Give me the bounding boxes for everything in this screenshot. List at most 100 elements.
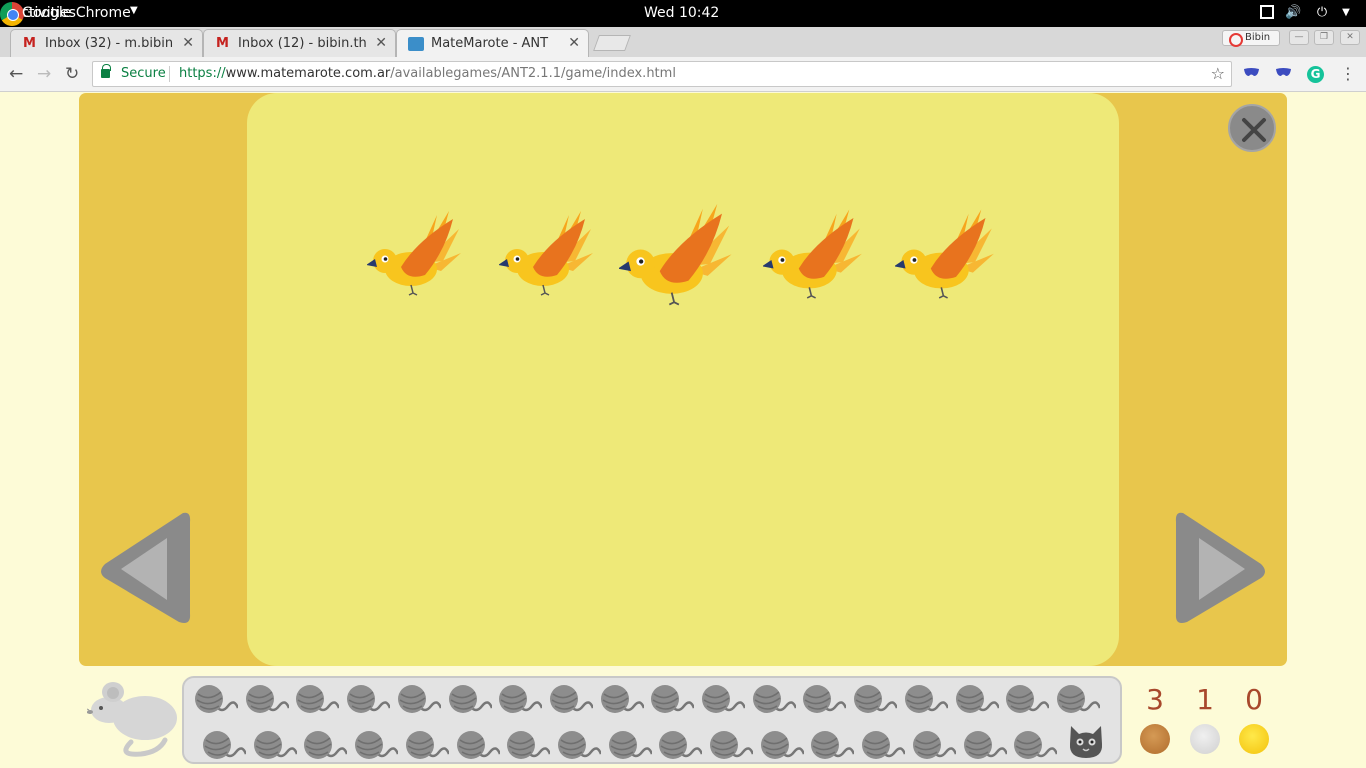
progress-tray: [182, 676, 1122, 764]
gold-medal-icon: [1239, 724, 1269, 754]
yarn-ball-icon: [303, 730, 349, 760]
app-menu[interactable]: Google Chrome ▼: [0, 0, 150, 27]
maximize-button[interactable]: ❐: [1314, 30, 1334, 45]
mask-extension-icon[interactable]: [1243, 66, 1260, 83]
chrome-icon: [0, 2, 24, 26]
minimize-button[interactable]: —: [1289, 30, 1309, 45]
yarn-ball-icon: [650, 684, 696, 714]
tab-close-icon[interactable]: ✕: [182, 35, 194, 51]
close-icon: [1242, 118, 1266, 142]
tab-label: MateMarote - ANT: [431, 36, 549, 51]
screen-icon[interactable]: [1259, 5, 1275, 21]
silver-count: 1: [1196, 683, 1214, 716]
right-arrow-icon: [1175, 512, 1265, 623]
yarn-ball-icon: [557, 730, 603, 760]
yarn-ball-icon: [1056, 684, 1102, 714]
yarn-ball-icon: [752, 684, 798, 714]
yarn-ball-icon: [802, 684, 848, 714]
address-bar[interactable]: Secure https://www.matemarote.com.ar/ava…: [92, 61, 1232, 87]
yarn-ball-icon: [346, 684, 392, 714]
yarn-ball-icon: [861, 730, 907, 760]
bird-icon: [617, 192, 734, 311]
previous-button[interactable]: [97, 508, 193, 632]
system-top-bar: Activities Google Chrome ▼ Wed 10:42 🔊 ⏻…: [0, 0, 1366, 27]
yarn-ball-icon: [709, 730, 755, 760]
yarn-ball-icon: [506, 730, 552, 760]
yarn-ball-icon: [295, 684, 341, 714]
reload-icon[interactable]: ↻: [65, 64, 79, 84]
yarn-ball-icon: [498, 684, 544, 714]
bird-icon: [498, 201, 595, 301]
close-window-button[interactable]: ✕: [1340, 30, 1360, 45]
tab-label: Inbox (32) - m.bibin: [45, 36, 173, 51]
yarn-ball-icon: [963, 730, 1009, 760]
system-menu-caret-icon[interactable]: ▼: [1338, 5, 1354, 21]
url-text[interactable]: https://www.matemarote.com.ar/availableg…: [179, 66, 676, 81]
left-arrow-icon: [101, 512, 191, 623]
game-board: [79, 93, 1287, 666]
yarn-ball-icon: [760, 730, 806, 760]
yarn-ball-icon: [608, 730, 654, 760]
tab-label: Inbox (12) - bibin.th: [238, 36, 366, 51]
divider: [169, 66, 170, 82]
tab-matemarote[interactable]: MateMarote - ANT ✕: [396, 29, 589, 57]
close-game-button[interactable]: [1228, 104, 1276, 152]
yarn-ball-icon: [405, 730, 451, 760]
yarn-ball-icon: [456, 730, 502, 760]
yarn-ball-icon: [853, 684, 899, 714]
yarn-ball-icon: [397, 684, 443, 714]
mask-extension-icon[interactable]: [1275, 66, 1292, 83]
yarn-ball-icon: [1013, 730, 1059, 760]
gmail-icon: M: [216, 36, 229, 51]
power-icon[interactable]: ⏻: [1314, 5, 1330, 21]
clock[interactable]: Wed 10:42: [644, 5, 719, 22]
bird-icon: [366, 201, 463, 301]
question-panel: [247, 93, 1119, 666]
tab-close-icon[interactable]: ✕: [375, 35, 387, 51]
bird-icon: [893, 199, 996, 304]
yarn-ball-icon: [448, 684, 494, 714]
silver-medal-icon: [1190, 724, 1220, 754]
yarn-ball-icon: [600, 684, 646, 714]
next-button[interactable]: [1173, 508, 1269, 632]
tab-inbox-1[interactable]: M Inbox (32) - m.bibin ✕: [10, 29, 203, 57]
new-tab-button[interactable]: [593, 35, 631, 51]
tab-strip: M Inbox (32) - m.bibin ✕ M Inbox (12) - …: [0, 27, 1366, 57]
yarn-ball-icon: [701, 684, 747, 714]
yarn-ball-icon: [202, 730, 248, 760]
bird-icon: [761, 199, 864, 304]
volume-icon[interactable]: 🔊: [1285, 5, 1301, 21]
forward-arrow-icon[interactable]: →: [37, 64, 51, 84]
game-area: 3 1 0: [0, 92, 1366, 768]
bookmark-star-icon[interactable]: ☆: [1211, 64, 1225, 83]
gmail-icon: M: [23, 36, 36, 51]
caret-down-icon: ▼: [130, 5, 138, 16]
secure-label: Secure: [121, 66, 166, 81]
browser-toolbar: ← → ↻ Secure https://www.matemarote.com.…: [0, 57, 1366, 92]
yarn-ball-icon: [245, 684, 291, 714]
yarn-ball-icon: [912, 730, 958, 760]
yarn-ball-icon: [354, 730, 400, 760]
bronze-medal-icon: [1140, 724, 1170, 754]
yarn-ball-icon: [549, 684, 595, 714]
mouse-character: [87, 682, 177, 757]
yarn-ball-icon: [904, 684, 950, 714]
app-menu-label: Google Chrome: [22, 5, 131, 21]
yarn-ball-icon: [658, 730, 704, 760]
matemarote-icon: [408, 37, 424, 51]
cat-icon: [1069, 726, 1103, 758]
yarn-ball-icon: [1005, 684, 1051, 714]
yarn-ball-icon: [955, 684, 1001, 714]
gold-count: 0: [1245, 683, 1263, 716]
yarn-ball-icon: [810, 730, 856, 760]
bronze-count: 3: [1146, 683, 1164, 716]
yarn-ball-icon: [194, 684, 240, 714]
profile-button[interactable]: Bibin: [1222, 30, 1280, 47]
yarn-ball-icon: [253, 730, 299, 760]
chrome-menu-icon[interactable]: ⋮: [1340, 64, 1356, 83]
grammarly-icon[interactable]: G: [1307, 66, 1324, 83]
tab-inbox-2[interactable]: M Inbox (12) - bibin.th ✕: [203, 29, 396, 57]
tab-close-icon[interactable]: ✕: [568, 35, 580, 51]
back-arrow-icon[interactable]: ←: [9, 64, 23, 84]
lock-icon: [101, 64, 111, 78]
